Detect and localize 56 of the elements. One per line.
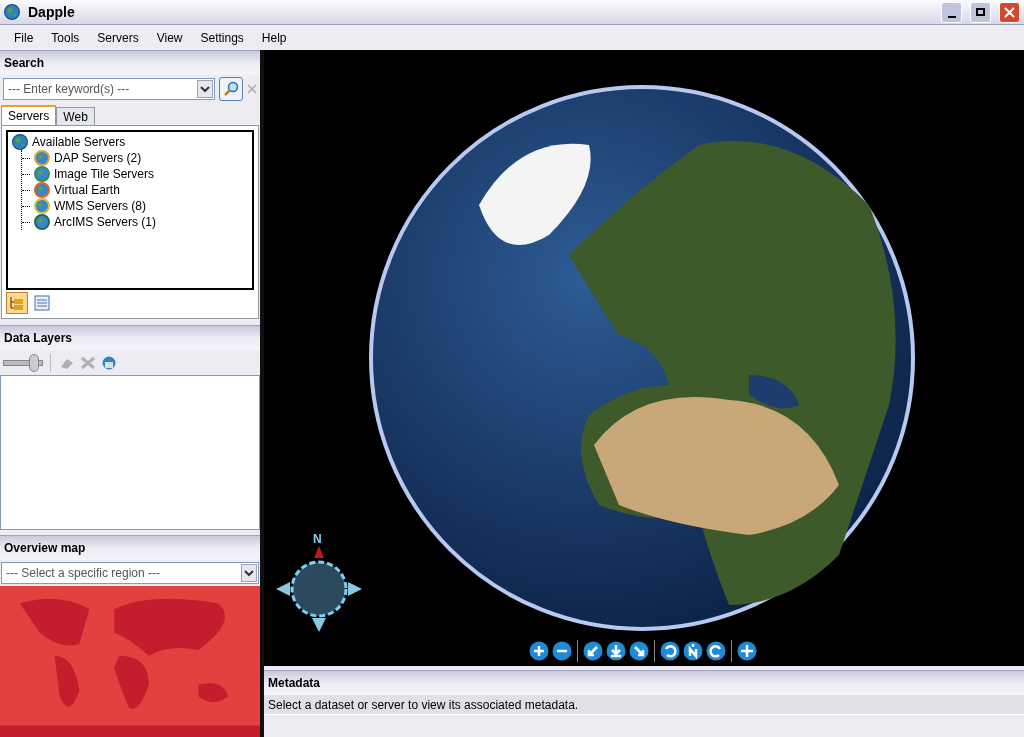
search-icon: [223, 81, 239, 97]
region-select[interactable]: --- Select a specific region ---: [1, 562, 259, 584]
download-icon[interactable]: [606, 641, 626, 661]
tree-item[interactable]: DAP Servers (2): [54, 149, 142, 167]
panel-header: Search: [0, 50, 260, 75]
panel-header: Data Layers: [0, 325, 260, 350]
panel-header: Overview map: [0, 535, 260, 560]
zoom-out-icon[interactable]: [552, 641, 572, 661]
tree-item[interactable]: Image Tile Servers: [54, 165, 155, 183]
menu-item[interactable]: Settings: [200, 28, 244, 47]
metadata-text: Select a dataset or server to view its associated metadata.: [264, 695, 1024, 715]
minimize-button[interactable]: [941, 1, 962, 23]
globe-icon: [12, 134, 28, 150]
globe-icon: [4, 4, 20, 20]
tree-item[interactable]: Available Servers: [32, 133, 126, 151]
panel-header: Metadata: [264, 670, 1024, 695]
rotate-left-icon[interactable]: [660, 641, 680, 661]
menu-item[interactable]: View: [156, 28, 183, 47]
window-title: Dapple: [28, 2, 76, 22]
server-globe-icon: [34, 182, 50, 198]
dropdown-caret-icon[interactable]: [197, 80, 213, 98]
close-icon: [1004, 6, 1015, 18]
server-globe-icon: [34, 198, 50, 214]
north-label: N: [313, 531, 322, 548]
slider-thumb[interactable]: [28, 353, 39, 372]
close-button[interactable]: [999, 1, 1020, 23]
search-field[interactable]: --- Enter keyword(s) ---: [3, 78, 215, 100]
zoom-in-icon[interactable]: [529, 641, 549, 661]
tree-item[interactable]: ArcIMS Servers (1): [54, 213, 156, 231]
dropdown-caret-icon[interactable]: [241, 564, 257, 582]
server-globe-icon: [34, 214, 50, 230]
north-up-icon[interactable]: [683, 641, 703, 661]
tree-item[interactable]: Virtual Earth: [54, 181, 120, 199]
compass[interactable]: N: [274, 530, 364, 635]
globe-icon[interactable]: [100, 354, 118, 371]
server-globe-icon: [34, 150, 50, 166]
tab[interactable]: Web: [56, 107, 95, 125]
list-icon: [34, 295, 50, 311]
restore-button[interactable]: [970, 1, 991, 23]
server-globe-icon: [34, 166, 50, 182]
tree-item[interactable]: WMS Servers (8): [54, 197, 146, 215]
tab[interactable]: Servers: [1, 105, 57, 125]
compass-rose-icon: [274, 544, 364, 634]
tree-view-button[interactable]: [6, 292, 28, 314]
tilt-icon[interactable]: [629, 641, 649, 661]
tilt-icon[interactable]: [583, 641, 603, 661]
menu-item[interactable]: Help: [261, 28, 287, 47]
menu-item[interactable]: Tools: [51, 28, 80, 47]
menu-item[interactable]: Servers: [97, 28, 139, 47]
menu-item[interactable]: File: [14, 28, 34, 47]
search-button[interactable]: [219, 77, 243, 101]
opacity-slider[interactable]: [3, 353, 43, 372]
folder-tree-icon: [9, 295, 25, 311]
earth-globe-drawing[interactable]: [369, 85, 915, 631]
rotate-right-icon[interactable]: [706, 641, 726, 661]
globe-view[interactable]: N: [264, 50, 1024, 666]
